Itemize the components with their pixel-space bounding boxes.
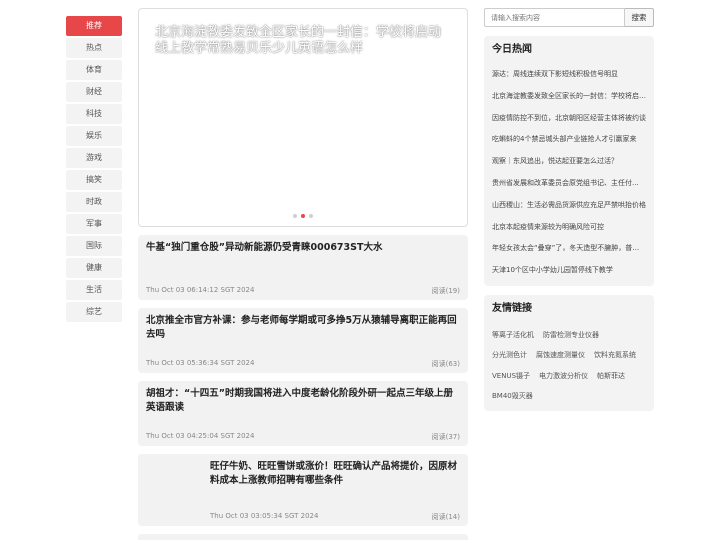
carousel-dot-2[interactable] <box>301 214 305 218</box>
nav-item-variety[interactable]: 综艺 <box>66 302 122 322</box>
carousel-dot-3[interactable] <box>309 214 313 218</box>
nav-item-sports[interactable]: 体育 <box>66 60 122 80</box>
hot-news-item[interactable]: 山西稷山：生活必需品货源供应充足严禁哄抬价格 <box>492 195 646 217</box>
friend-link[interactable]: 分光测色计 <box>492 345 527 366</box>
search-input[interactable] <box>484 8 625 27</box>
friend-link[interactable]: BM40毁灭器 <box>492 386 533 407</box>
article-thumbnail[interactable] <box>146 462 202 518</box>
friend-link[interactable]: 饮料充氮系统 <box>594 345 636 366</box>
search-button[interactable]: 搜索 <box>625 8 654 27</box>
hot-news-item[interactable]: 吃蝌蚪的4个禁忌城头部产业链抢人才引赢家来 <box>492 129 646 151</box>
article-time: Thu Oct 03 05:36:34 SGT 2024 <box>146 359 255 367</box>
main-feed: 北京海淀教委发致全区家长的一封信：学校将启动线上教学常熟易贝乐少儿英语怎么样 牛… <box>138 8 468 540</box>
nav-item-games[interactable]: 游戏 <box>66 148 122 168</box>
nav-item-international[interactable]: 国际 <box>66 236 122 256</box>
hot-news-item[interactable]: 贵州省发展和改革委员会原党组书记、主任付... <box>492 173 646 195</box>
carousel-title[interactable]: 北京海淀教委发致全区家长的一封信：学校将启动线上教学常熟易贝乐少儿英语怎么样 <box>155 25 451 57</box>
hot-news-item[interactable]: 因疫情防控不到位，北京朝阳区经营主体将被约谈 <box>492 108 646 130</box>
hot-news-item[interactable]: 年轻女孩太会“叠穿”了，冬天造型不臃肿，普通人也能学 <box>492 238 646 260</box>
article-reads: 阅读(37) <box>431 433 460 441</box>
article-meta: Thu Oct 03 04:25:04 SGT 2024 阅读(37) <box>146 432 460 441</box>
hot-news-item[interactable]: 北京海淀教委发致全区家长的一封信：学校将启动线上教学 <box>492 86 646 108</box>
nav-item-entertainment[interactable]: 娱乐 <box>66 126 122 146</box>
hot-news-item[interactable]: 北京本起疫情来源较为明确风险可控 <box>492 217 646 239</box>
article-card[interactable]: 牛基“独门重仓股”异动新能源仍受青睐000673ST大水 Thu Oct 03 … <box>138 235 468 300</box>
friend-links-title: 友情链接 <box>492 302 532 314</box>
nav-item-hot[interactable]: 热点 <box>66 38 122 58</box>
friend-link[interactable]: 腐蚀速度测量仪 <box>536 345 585 366</box>
article-reads: 阅读(14) <box>431 513 460 521</box>
featured-carousel[interactable]: 北京海淀教委发致全区家长的一封信：学校将启动线上教学常熟易贝乐少儿英语怎么样 <box>138 8 468 227</box>
carousel-dot-1[interactable] <box>293 214 297 218</box>
article-card[interactable]: 胡祖才：“十四五”时期我国将进入中度老龄化阶段外研一起点三年级上册英语跟读 Th… <box>138 381 468 446</box>
article-time: Thu Oct 03 06:14:12 SGT 2024 <box>146 286 255 294</box>
article-title[interactable]: 北京推全市官方补课：参与老师每学期或可多挣5万从猿辅导离职正能再回去吗 <box>146 314 460 342</box>
friend-link[interactable]: 防雷检测专业仪器 <box>543 325 599 346</box>
friend-link[interactable]: VENUS镊子 <box>492 366 530 387</box>
hot-news-title: 今日热闻 <box>492 44 532 55</box>
nav-item-politics[interactable]: 时政 <box>66 192 122 212</box>
nav-item-health[interactable]: 健康 <box>66 258 122 278</box>
article-time: Thu Oct 03 04:25:04 SGT 2024 <box>146 432 255 440</box>
nav-item-tech[interactable]: 科技 <box>66 104 122 124</box>
hot-news-item[interactable]: 源达：周线连续双下影短线积极信号明显 <box>492 64 646 86</box>
sidebar: 搜索 今日热闻 源达：周线连续双下影短线积极信号明显 北京海淀教委发致全区家长的… <box>484 8 654 411</box>
article-card[interactable]: 旺仔牛奶、旺旺雪饼或涨价！旺旺确认产品将提价，因原材料成本上涨教师招聘有哪些条件… <box>138 454 468 526</box>
article-time: Thu Oct 03 03:05:34 SGT 2024 <box>210 512 319 520</box>
search-bar: 搜索 <box>484 8 654 27</box>
article-meta: Thu Oct 03 06:14:12 SGT 2024 阅读(19) <box>146 286 460 295</box>
article-title[interactable]: 胡祖才：“十四五”时期我国将进入中度老龄化阶段外研一起点三年级上册英语跟读 <box>146 387 460 415</box>
article-meta: Thu Oct 03 03:05:34 SGT 2024 阅读(14) <box>210 512 460 521</box>
article-card-partial[interactable] <box>138 534 468 540</box>
article-title[interactable]: 牛基“独门重仓股”异动新能源仍受青睐000673ST大水 <box>146 241 460 255</box>
nav-item-life[interactable]: 生活 <box>66 280 122 300</box>
article-card[interactable]: 北京推全市官方补课：参与老师每学期或可多挣5万从猿辅导离职正能再回去吗 Thu … <box>138 308 468 373</box>
category-nav: 推荐 热点 体育 财经 科技 娱乐 游戏 搞笑 时政 军事 国际 健康 生活 综… <box>66 16 122 324</box>
carousel-pagination <box>139 214 467 218</box>
friend-link[interactable]: 帕斯菲达 <box>597 366 625 387</box>
article-reads: 阅读(19) <box>431 287 460 295</box>
friend-link[interactable]: 等离子活化机 <box>492 325 534 346</box>
article-meta: Thu Oct 03 05:36:34 SGT 2024 阅读(63) <box>146 359 460 368</box>
article-reads: 阅读(63) <box>431 360 460 368</box>
nav-item-funny[interactable]: 搞笑 <box>66 170 122 190</box>
friend-links-list: 等离子活化机 防雷检测专业仪器 分光测色计 腐蚀速度测量仪 饮料充氮系统 VEN… <box>492 323 646 407</box>
nav-item-recommend[interactable]: 推荐 <box>66 16 122 36</box>
friend-links-panel: 友情链接 等离子活化机 防雷检测专业仪器 分光测色计 腐蚀速度测量仪 饮料充氮系… <box>484 294 654 411</box>
article-title[interactable]: 旺仔牛奶、旺旺雪饼或涨价！旺旺确认产品将提价，因原材料成本上涨教师招聘有哪些条件 <box>210 460 460 488</box>
nav-item-finance[interactable]: 财经 <box>66 82 122 102</box>
hot-news-item[interactable]: 天津10个区中小学幼儿园暂停线下教学 <box>492 260 646 282</box>
friend-link[interactable]: 电力激波分析仪 <box>539 366 588 387</box>
nav-item-military[interactable]: 军事 <box>66 214 122 234</box>
hot-news-item[interactable]: 观察｜东风追出，悦达起亚要怎么过活？ <box>492 151 646 173</box>
hot-news-panel: 今日热闻 源达：周线连续双下影短线积极信号明显 北京海淀教委发致全区家长的一封信… <box>484 36 654 286</box>
